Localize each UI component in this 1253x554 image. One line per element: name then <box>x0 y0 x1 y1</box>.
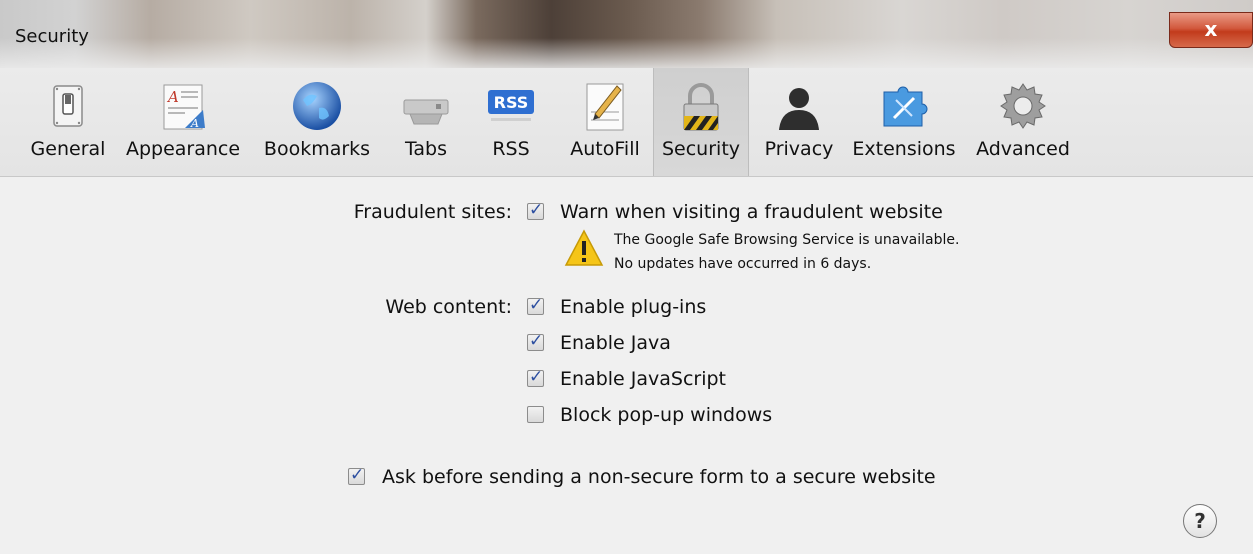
puzzle-compass-icon <box>883 86 928 127</box>
font-page-icon: A A <box>163 84 205 130</box>
warning-line-2: No updates have occurred in 6 days. <box>614 256 872 272</box>
gear-icon <box>1000 83 1046 129</box>
close-button[interactable]: x <box>1169 12 1253 48</box>
tab-label: General <box>30 138 106 160</box>
enable-plugins-checkbox[interactable] <box>527 295 544 315</box>
tab-label: Security <box>661 138 741 160</box>
block-popups-label: Block pop-up windows <box>560 404 773 426</box>
security-pane: Fraudulent sites: Warn when visiting a f… <box>0 176 1253 554</box>
tabs-icon <box>403 99 449 125</box>
enable-java-checkbox[interactable] <box>527 331 544 351</box>
enable-javascript-label: Enable JavaScript <box>560 368 726 390</box>
tab-label: AutoFill <box>570 138 640 160</box>
enable-javascript-checkbox[interactable] <box>527 367 544 387</box>
tab-tabs[interactable]: Tabs <box>386 68 466 176</box>
rss-icon: RSS <box>488 90 534 121</box>
globe-icon <box>293 82 341 130</box>
warning-line-1: The Google Safe Browsing Service is unav… <box>614 232 960 248</box>
tab-privacy[interactable]: Privacy <box>756 68 842 176</box>
tab-label: Tabs <box>404 138 448 160</box>
tab-appearance[interactable]: A A Appearance <box>120 68 246 176</box>
block-popups-checkbox[interactable] <box>527 406 544 423</box>
enable-java-label: Enable Java <box>560 332 671 354</box>
svg-text:A: A <box>190 117 199 130</box>
warn-fraudulent-checkbox[interactable] <box>527 200 544 220</box>
tab-extensions[interactable]: Extensions <box>848 68 960 176</box>
fraudulent-sites-label: Fraudulent sites: <box>353 201 512 223</box>
svg-text:A: A <box>166 88 179 106</box>
tab-general[interactable]: General <box>22 68 114 176</box>
window-titlebar: Security x <box>0 0 1253 68</box>
tab-label: Bookmarks <box>263 138 371 160</box>
close-icon: x <box>1204 17 1218 41</box>
tab-security[interactable]: Security <box>653 68 749 176</box>
tab-rss[interactable]: RSS RSS <box>476 68 546 176</box>
ask-nonsecure-form-checkbox[interactable] <box>348 465 365 485</box>
enable-plugins-label: Enable plug-ins <box>560 296 707 318</box>
svg-text:RSS: RSS <box>494 93 529 112</box>
tab-label: Advanced <box>976 138 1070 160</box>
tab-autofill[interactable]: AutoFill <box>560 68 650 176</box>
help-button[interactable]: ? <box>1183 504 1217 538</box>
tab-label: Appearance <box>125 138 241 160</box>
person-silhouette-icon <box>779 88 819 130</box>
tab-label: RSS <box>492 138 530 160</box>
pencil-form-icon <box>586 83 624 131</box>
switch-icon <box>53 85 83 127</box>
preferences-toolbar: General A A Appearance Bookmarks Tabs RS… <box>0 68 1253 177</box>
warn-fraudulent-label: Warn when visiting a fraudulent website <box>560 201 943 223</box>
tab-bookmarks[interactable]: Bookmarks <box>256 68 378 176</box>
tab-advanced[interactable]: Advanced <box>966 68 1080 176</box>
lock-icon <box>683 83 719 131</box>
warning-icon <box>564 229 604 266</box>
tab-label: Privacy <box>764 138 834 160</box>
ask-nonsecure-form-label: Ask before sending a non-secure form to … <box>382 466 936 488</box>
window-title: Security <box>15 26 89 47</box>
tab-label: Extensions <box>852 138 956 160</box>
web-content-label: Web content: <box>385 296 512 318</box>
